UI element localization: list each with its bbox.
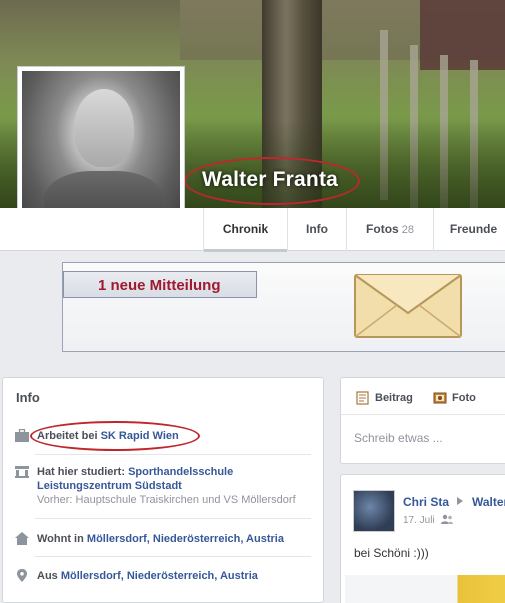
post-composer: Beitrag Foto Schreib etwas ... [340,377,505,464]
post-image[interactable] [345,575,505,603]
post-text: bei Schöni :))) [354,546,429,560]
post-date-text[interactable]: 17. Juli [403,515,435,526]
school-icon [15,466,29,478]
study-text: Hat hier studiert: Sporthandelsschule Le… [37,465,317,507]
briefcase-icon [15,429,29,442]
info-divider [35,556,311,557]
arrow-right-icon [457,497,463,505]
study-prefix: Hat hier studiert: [37,466,129,478]
envelope-icon [354,274,462,338]
work-link[interactable]: SK Rapid Wien [101,430,179,442]
photo-figure-head [74,89,134,167]
profile-nav-bar: Chronik Info Fotos 28 Freunde [0,208,505,252]
location-pin-icon [17,569,27,582]
composer-tab-photo-label: Foto [452,392,476,404]
info-card-title: Info [16,390,40,405]
tab-label: Chronik [222,222,269,236]
message-banner[interactable]: 1 neue Mitteilung [62,262,505,352]
composer-divider [341,414,505,415]
composer-tab-post[interactable]: Beitrag [356,391,413,405]
info-divider [35,518,311,519]
photo-icon [433,392,447,404]
composer-input[interactable]: Schreib etwas ... [354,431,443,445]
home-icon [15,532,29,545]
timeline-post: Chri Sta Walter 17. Juli bei Schöni :))) [340,474,505,603]
work-prefix: Arbeitet bei [37,430,101,442]
from-prefix: Aus [37,570,61,582]
composer-tab-post-label: Beitrag [375,392,413,404]
study-previous: Vorher: Hauptschule Traiskirchen und VS … [37,494,296,506]
tab-photo-count: 28 [401,224,414,236]
lives-text: Wohnt in Möllersdorf, Niederösterreich, … [37,532,317,546]
tab-label: Fotos [366,222,399,236]
post-date: 17. Juli [403,514,454,526]
write-post-icon [356,391,369,405]
post-author[interactable]: Chri Sta [403,495,449,509]
banner-label: 1 neue Mitteilung [63,271,257,298]
avatar[interactable] [353,490,395,532]
facebook-profile-page: Walter Franta Chronik Info Fotos 28 Freun… [0,0,505,603]
from-link[interactable]: Möllersdorf, Niederösterreich, Austria [61,570,258,582]
lives-link[interactable]: Möllersdorf, Niederösterreich, Austria [87,533,284,545]
profile-photo[interactable] [22,71,180,229]
composer-tab-photo[interactable]: Foto [433,392,476,404]
cover-barn [420,0,505,70]
profile-name[interactable]: Walter Franta [202,168,338,192]
info-divider [35,454,311,455]
tab-info[interactable]: Info [287,208,346,251]
audience-friends-icon[interactable] [441,514,454,524]
lives-prefix: Wohnt in [37,533,87,545]
from-text: Aus Möllersdorf, Niederösterreich, Austr… [37,569,317,583]
tab-fotos[interactable]: Fotos 28 [346,208,433,251]
work-text: Arbeitet bei SK Rapid Wien [37,429,317,443]
post-target[interactable]: Walter [472,495,505,509]
tab-freunde[interactable]: Freunde [433,208,505,251]
tab-label: Info [306,222,328,236]
tab-chronik[interactable]: Chronik [203,208,287,252]
tab-label: Freunde [449,222,498,236]
